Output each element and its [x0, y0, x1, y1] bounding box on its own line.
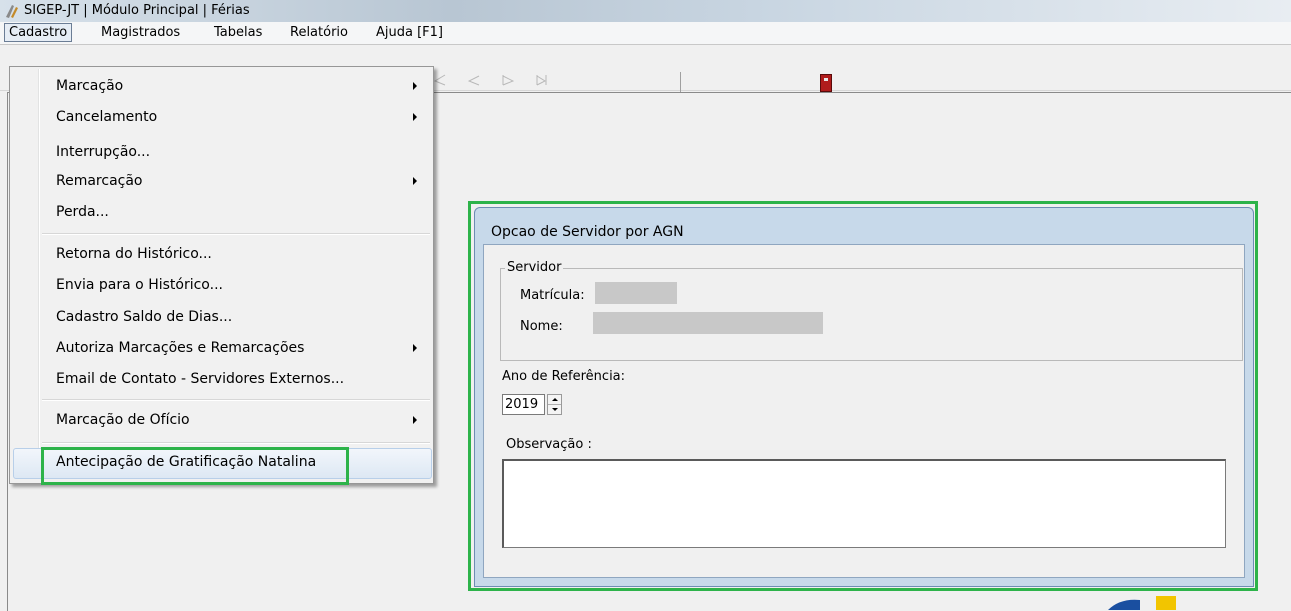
menu-item-envia-historico[interactable]: Envia para o Histórico...	[56, 275, 223, 295]
menu-separator	[42, 399, 430, 401]
menu-separator	[42, 233, 430, 235]
menu-item-marcacao-oficio[interactable]: Marcação de Ofício	[56, 410, 190, 430]
menu-item-interrupcao[interactable]: Interrupção...	[56, 142, 150, 162]
dialog-highlight-box	[468, 201, 1258, 591]
menu-item-cadastro-saldo[interactable]: Cadastro Saldo de Dias...	[56, 307, 232, 327]
menu-relatorio[interactable]: Relatório	[286, 24, 352, 41]
menu-item-highlight-box	[41, 447, 349, 485]
window-title: SIGEP-JT | Módulo Principal | Férias	[24, 3, 250, 18]
menu-bar: Cadastro Magistrados Tabelas Relatório A…	[0, 22, 1291, 45]
next-record-icon[interactable]	[502, 74, 514, 86]
exit-door-icon[interactable]	[820, 74, 832, 92]
logo-fragment	[1108, 596, 1176, 610]
menu-ajuda[interactable]: Ajuda [F1]	[372, 24, 447, 41]
last-record-icon[interactable]	[536, 74, 548, 86]
submenu-arrow-icon	[413, 82, 417, 90]
menu-tabelas[interactable]: Tabelas	[210, 24, 266, 41]
menu-item-autoriza-marcacoes[interactable]: Autoriza Marcações e Remarcações	[56, 338, 304, 358]
app-icon	[6, 5, 18, 18]
previous-record-icon[interactable]	[468, 74, 480, 86]
menu-item-retorna-historico[interactable]: Retorna do Histórico...	[56, 244, 212, 264]
menu-magistrados[interactable]: Magistrados	[97, 24, 184, 41]
cadastro-dropdown: Marcação Cancelamento Interrupção... Rem…	[9, 66, 434, 484]
first-record-icon[interactable]	[434, 74, 446, 86]
title-bar: SIGEP-JT | Módulo Principal | Férias	[0, 0, 1291, 22]
submenu-arrow-icon	[413, 416, 417, 424]
menu-gutter	[38, 69, 40, 479]
menu-item-cancelamento[interactable]: Cancelamento	[56, 107, 157, 127]
menu-item-email-contato[interactable]: Email de Contato - Servidores Externos..…	[56, 369, 344, 389]
menu-item-remarcacao[interactable]: Remarcação	[56, 171, 143, 191]
menu-separator	[42, 442, 430, 444]
submenu-arrow-icon	[413, 113, 417, 121]
menu-item-perda[interactable]: Perda...	[56, 202, 109, 222]
submenu-arrow-icon	[413, 177, 417, 185]
submenu-arrow-icon	[413, 344, 417, 352]
menu-cadastro[interactable]: Cadastro	[4, 23, 73, 42]
menu-item-marcacao[interactable]: Marcação	[56, 76, 123, 96]
